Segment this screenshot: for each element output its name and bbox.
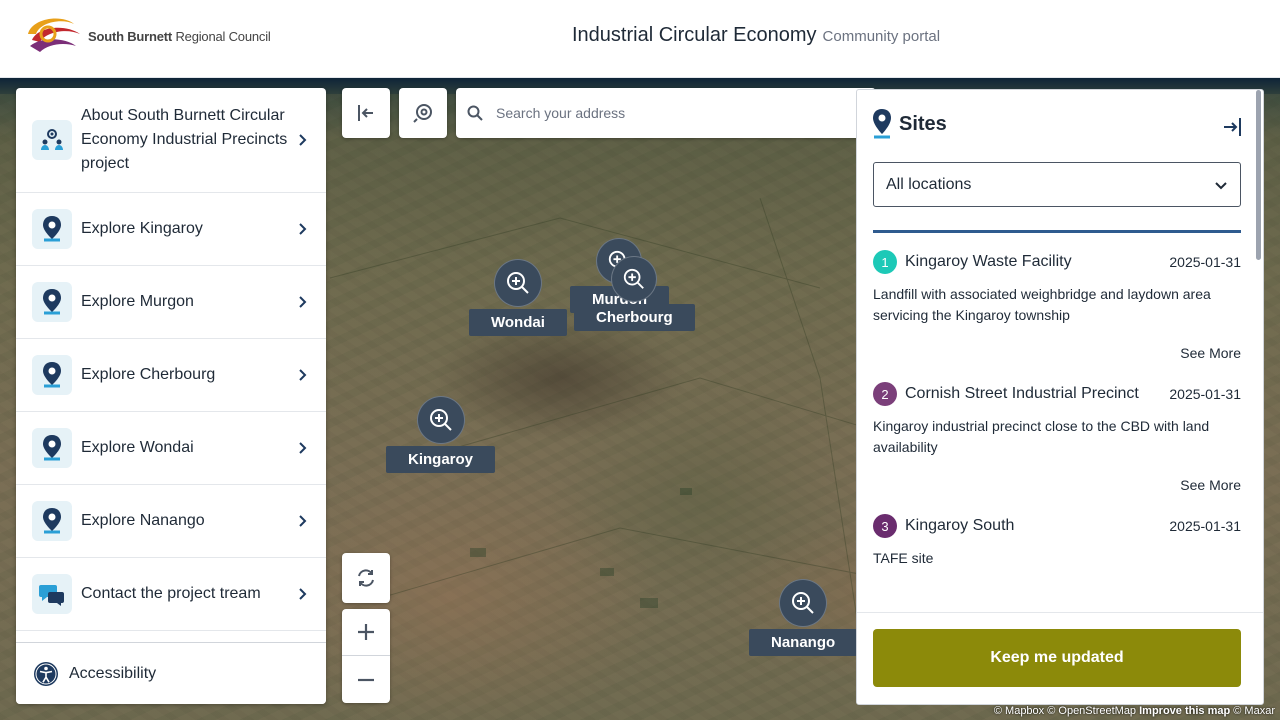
search-input[interactable] (496, 105, 796, 121)
chevron-right-icon (299, 369, 307, 381)
sidebar-item-murgon[interactable]: Explore Murgon (16, 266, 326, 339)
zoom-out-button[interactable] (342, 656, 390, 703)
map-pin-icon (32, 355, 72, 395)
site-description: Kingaroy industrial precinct close to th… (873, 418, 1210, 455)
chevron-right-icon (299, 588, 307, 600)
site-description: Landfill with associated weighbridge and… (873, 286, 1211, 323)
sites-panel: Sites All locations 1 Kingaroy Waste Fac… (856, 89, 1264, 705)
site-item[interactable]: 2 Cornish Street Industrial Precinct 202… (873, 382, 1241, 514)
search-icon (467, 105, 483, 121)
keep-me-updated-button[interactable]: Keep me updated (873, 629, 1241, 687)
accessibility-button[interactable]: Accessibility (16, 642, 326, 704)
map-marker-label: Nanango (749, 629, 858, 656)
minus-icon (358, 678, 374, 681)
site-date: 2025-01-31 (1169, 386, 1241, 402)
see-more-link[interactable]: See More (873, 477, 1241, 493)
collapse-right-icon[interactable] (1221, 116, 1243, 138)
map-marker-label: Kingaroy (386, 446, 496, 473)
sites-divider (873, 230, 1241, 233)
mapbox-attribution-link[interactable]: © Mapbox (994, 705, 1044, 717)
address-search[interactable] (456, 88, 876, 138)
site-name: Kingaroy South (905, 517, 1015, 534)
sidebar-item-label: About South Burnett Circular Economy Ind… (81, 107, 288, 172)
location-filter-select[interactable]: All locations (873, 162, 1241, 207)
site-number-badge: 2 (873, 382, 897, 406)
sidebar-nav: About South Burnett Circular Economy Ind… (16, 88, 326, 704)
map-marker-kingaroy[interactable]: Kingaroy (386, 396, 496, 473)
site-name: Kingaroy Waste Facility (905, 253, 1072, 270)
collapse-sidebar-button[interactable] (342, 88, 390, 138)
chat-bubbles-icon (32, 574, 72, 614)
accessibility-icon (34, 661, 58, 686)
osm-attribution-link[interactable]: © OpenStreetMap (1047, 705, 1136, 717)
chevron-right-icon (299, 442, 307, 454)
sites-scrollbar[interactable] (1256, 90, 1261, 260)
sidebar-item-nanango[interactable]: Explore Nanango (16, 485, 326, 558)
site-date: 2025-01-31 (1169, 518, 1241, 534)
plus-icon (358, 624, 374, 640)
map-pin-icon (32, 282, 72, 322)
sidebar-item-label: Explore Murgon (81, 293, 194, 310)
map-marker-cherbourg[interactable]: Cherbourg (574, 256, 695, 331)
site-number-badge: 1 (873, 250, 897, 274)
council-logo-mark-icon (28, 18, 80, 52)
sidebar-item-label: Explore Kingaroy (81, 220, 203, 237)
see-more-link[interactable]: See More (873, 345, 1241, 361)
sidebar-item-cherbourg[interactable]: Explore Cherbourg (16, 339, 326, 412)
locate-button[interactable] (399, 88, 447, 138)
map-attribution: © Mapbox © OpenStreetMap Improve this ma… (994, 705, 1275, 717)
sites-list: 1 Kingaroy Waste Facility 2025-01-31 Lan… (873, 250, 1241, 646)
page-title: Industrial Circular Economy Community por… (572, 24, 940, 47)
improve-map-link[interactable]: Improve this map (1139, 705, 1230, 717)
chevron-down-icon (1215, 181, 1227, 189)
map-marker-label: Wondai (469, 309, 567, 336)
sidebar-item-label: Explore Nanango (81, 512, 205, 529)
sites-panel-header: Sites (871, 108, 947, 140)
location-target-icon (413, 104, 432, 123)
zoom-in-marker-icon (493, 259, 542, 307)
zoom-controls (342, 609, 390, 703)
site-number-badge: 3 (873, 514, 897, 538)
people-location-icon (32, 120, 72, 160)
accessibility-label: Accessibility (69, 664, 157, 682)
app-header: South Burnett Regional Council Industria… (0, 0, 1280, 78)
map-pin-icon (32, 428, 72, 468)
collapse-left-icon (358, 105, 373, 121)
council-logo[interactable]: South Burnett Regional Council (22, 12, 271, 60)
sidebar-item-about[interactable]: About South Burnett Circular Economy Ind… (16, 88, 326, 193)
zoom-in-button[interactable] (342, 609, 390, 656)
chevron-right-icon (299, 515, 307, 527)
chevron-right-icon (299, 134, 307, 146)
chevron-right-icon (299, 296, 307, 308)
council-name: South Burnett Regional Council (88, 28, 271, 44)
reset-view-button[interactable] (342, 553, 390, 603)
map-marker-wondai[interactable]: Wondai (469, 259, 567, 336)
sidebar-item-label: Explore Wondai (81, 439, 194, 456)
map-pin-icon (873, 109, 891, 139)
chevron-right-icon (299, 223, 307, 235)
page-title-text: Industrial Circular Economy (572, 24, 817, 46)
sites-panel-footer: Keep me updated (857, 612, 1263, 704)
map-marker-nanango[interactable]: Nanango (749, 579, 858, 656)
sidebar-item-kingaroy[interactable]: Explore Kingaroy (16, 193, 326, 266)
zoom-in-marker-icon (416, 396, 465, 444)
map-pin-icon (32, 501, 72, 541)
site-item[interactable]: 1 Kingaroy Waste Facility 2025-01-31 Lan… (873, 250, 1241, 382)
sidebar-item-contact[interactable]: Contact the project tream (16, 558, 326, 631)
sidebar-item-wondai[interactable]: Explore Wondai (16, 412, 326, 485)
sites-panel-title: Sites (899, 112, 947, 135)
zoom-in-marker-icon (779, 579, 828, 627)
site-description: TAFE site (873, 550, 934, 566)
sidebar-item-label: Contact the project tream (81, 585, 261, 602)
rotate-icon (358, 569, 374, 587)
map-pin-icon (32, 209, 72, 249)
site-name: Cornish Street Industrial Precinct (905, 385, 1139, 402)
map-marker-label: Cherbourg (574, 304, 695, 331)
site-date: 2025-01-31 (1169, 254, 1241, 270)
page-subtitle: Community portal (822, 28, 941, 45)
sidebar-item-label: Explore Cherbourg (81, 366, 216, 383)
location-filter-value: All locations (886, 175, 972, 193)
zoom-in-marker-icon (611, 256, 658, 302)
maxar-attribution-link[interactable]: © Maxar (1233, 705, 1275, 717)
